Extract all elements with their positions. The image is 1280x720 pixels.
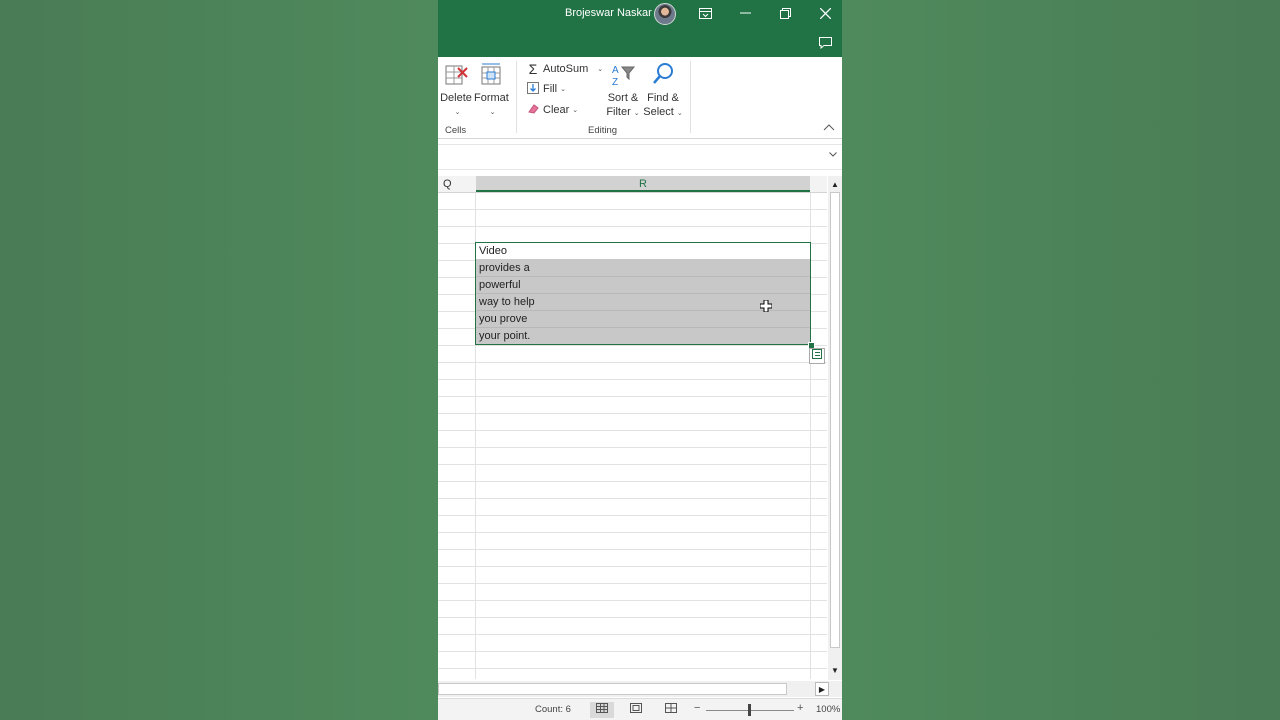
fill-down-icon (526, 81, 540, 97)
zoom-slider-thumb[interactable] (748, 704, 751, 716)
zoom-in-button[interactable]: + (797, 702, 803, 714)
cells-group-label: Cells (445, 125, 467, 136)
find-label-1: Find & (647, 92, 679, 104)
page-layout-icon[interactable] (624, 702, 648, 718)
chevron-down-icon: ⌄ (633, 110, 640, 117)
svg-text:Z: Z (612, 77, 618, 88)
avatar[interactable] (654, 3, 676, 25)
cell-r5[interactable]: provides a (476, 260, 810, 277)
delete-cells-icon (445, 65, 468, 85)
zoom-percentage[interactable]: 100% (816, 704, 840, 715)
collapse-ribbon-icon[interactable] (823, 123, 835, 134)
ribbon: Delete ⌄ Format ⌄ Cells Σ AutoSum ⌄ Fill… (438, 57, 842, 139)
close-icon[interactable] (812, 2, 838, 24)
magnifier-icon (653, 63, 673, 84)
scroll-right-icon[interactable]: ▶ (815, 682, 829, 696)
delete-label: Delete (440, 92, 472, 104)
cell-r6[interactable]: powerful (476, 277, 810, 294)
cell-r9[interactable]: your point. (476, 328, 810, 345)
background-left (0, 0, 438, 720)
sort-filter-button[interactable]: A Z Sort & Filter ⌄ (604, 62, 642, 121)
quick-analysis-icon[interactable] (809, 348, 825, 364)
normal-view-icon[interactable] (590, 702, 614, 718)
sort-filter-icon: A Z (612, 65, 636, 88)
group-divider (690, 61, 691, 133)
cross-cursor-icon (759, 299, 773, 315)
chevron-down-icon: ⌄ (572, 107, 579, 114)
chevron-down-icon: ⌄ (489, 109, 496, 116)
chevron-down-icon: ⌄ (676, 110, 683, 117)
ribbon-display-options-icon[interactable] (692, 2, 718, 24)
column-headers: Q R (438, 176, 827, 193)
column-header-q[interactable]: Q (438, 176, 475, 192)
fill-button[interactable]: Fill ⌄ (526, 80, 566, 98)
find-label-2-row: Select ⌄ (643, 105, 683, 121)
clear-button[interactable]: Clear ⌄ (526, 101, 578, 119)
formula-bar[interactable] (438, 144, 842, 170)
format-label: Format (474, 92, 509, 104)
horizontal-scroll-thumb[interactable] (438, 683, 787, 695)
title-bar: Brojeswar Naskar (438, 0, 842, 57)
sort-label-1: Sort & (607, 92, 639, 104)
format-cells-icon (481, 63, 501, 85)
restore-icon[interactable] (772, 2, 798, 24)
autosum-label: AutoSum (543, 63, 589, 75)
vertical-scrollbar[interactable]: ▲ ▼ (828, 176, 842, 680)
clear-label: Clear (543, 104, 570, 116)
svg-text:A: A (612, 65, 619, 76)
group-divider (516, 61, 517, 133)
user-name[interactable]: Brojeswar Naskar (565, 7, 652, 19)
chevron-down-icon: ⌄ (560, 86, 566, 93)
chevron-down-icon: ⌄ (454, 109, 461, 116)
format-button[interactable]: Format ⌄ (474, 62, 509, 117)
editing-group-label: Editing (588, 125, 618, 136)
delete-button[interactable]: Delete ⌄ (440, 62, 472, 117)
chevron-down-icon[interactable] (829, 150, 837, 159)
status-bar: Count: 6 − + 100% (438, 698, 842, 720)
grid-line (810, 193, 811, 679)
sigma-icon: Σ (528, 61, 538, 77)
scroll-up-icon[interactable]: ▲ (828, 178, 842, 192)
background-right (842, 0, 1280, 720)
column-header-r[interactable]: R (476, 176, 810, 192)
page-break-preview-icon[interactable] (659, 702, 683, 718)
sort-label-2: Filter (606, 106, 631, 118)
find-label-2: Select (643, 106, 674, 118)
chevron-down-icon: ⌄ (597, 66, 604, 73)
comments-icon[interactable] (812, 32, 838, 54)
vertical-scroll-thumb[interactable] (830, 192, 840, 648)
selected-range[interactable]: Video provides a powerful way to help yo… (476, 243, 810, 345)
horizontal-scrollbar[interactable]: ▶ (438, 681, 842, 697)
fill-label: Fill (543, 83, 558, 95)
autosum-button[interactable]: Σ AutoSum ⌄ (526, 60, 603, 78)
eraser-icon (526, 103, 540, 118)
sort-label-2-row: Filter ⌄ (604, 105, 642, 121)
find-select-button[interactable]: Find & Select ⌄ (643, 62, 683, 121)
excel-window: Brojeswar Naskar Delete ⌄ Format ⌄ Cells… (438, 0, 842, 720)
scroll-down-icon[interactable]: ▼ (828, 664, 842, 678)
cell-r4[interactable]: Video (476, 243, 810, 260)
minimize-icon[interactable] (732, 2, 758, 24)
count-readout: Count: 6 (535, 704, 571, 715)
zoom-out-button[interactable]: − (694, 702, 700, 714)
